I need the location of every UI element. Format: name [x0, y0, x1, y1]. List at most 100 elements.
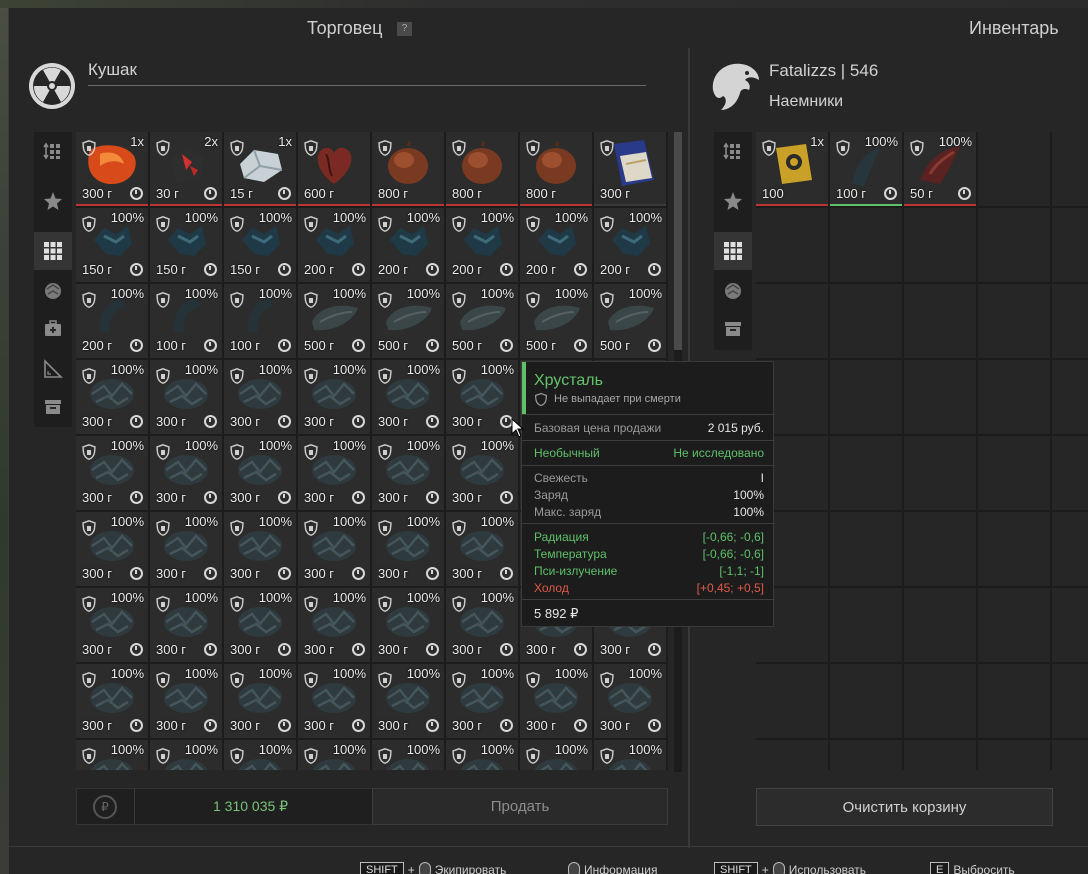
item-slot[interactable]: 100% 200 г	[76, 284, 148, 358]
artifacts-filter[interactable]	[34, 272, 72, 310]
empty-slot[interactable]	[830, 740, 902, 770]
empty-slot[interactable]	[830, 436, 902, 510]
item-slot[interactable]: 100%300 г	[76, 436, 148, 510]
empty-slot[interactable]	[904, 284, 976, 358]
sort-button[interactable]	[34, 132, 72, 170]
item-slot[interactable]: 100%300 г	[372, 740, 444, 770]
item-slot[interactable]: 100%300 г	[76, 512, 148, 586]
item-slot[interactable]: 100% 200 г	[520, 208, 592, 282]
empty-slot[interactable]	[756, 284, 828, 358]
ruble-cycle-icon[interactable]: ₽	[93, 795, 117, 819]
inventory-artifacts-filter[interactable]	[714, 272, 752, 310]
item-slot[interactable]: 100%300 г	[372, 512, 444, 586]
item-slot[interactable]: 100% 150 г	[76, 208, 148, 282]
empty-slot[interactable]	[1052, 588, 1088, 662]
item-slot[interactable]: 100% 500 г	[298, 284, 370, 358]
empty-slot[interactable]	[904, 588, 976, 662]
item-slot[interactable]: 100%300 г	[298, 360, 370, 434]
item-slot[interactable]: 100%300 г	[150, 436, 222, 510]
empty-slot[interactable]	[978, 208, 1050, 282]
item-slot[interactable]: 100%300 г	[298, 512, 370, 586]
item-slot[interactable]: 100% 500 г	[446, 284, 518, 358]
item-slot[interactable]: 100%300 г	[372, 436, 444, 510]
item-slot[interactable]: 100%300 г	[594, 740, 666, 770]
item-slot[interactable]: 100%300 г	[224, 588, 296, 662]
item-slot[interactable]: 800 г	[372, 132, 444, 206]
empty-slot[interactable]	[830, 664, 902, 738]
empty-slot[interactable]	[756, 740, 828, 770]
empty-slot[interactable]	[830, 284, 902, 358]
item-slot[interactable]: 100%300 г	[224, 360, 296, 434]
empty-slot[interactable]	[1052, 208, 1088, 282]
item-slot[interactable]: 100%300 г	[594, 664, 666, 738]
empty-slot[interactable]	[1052, 132, 1088, 206]
item-slot[interactable]: 100%300 г	[446, 588, 518, 662]
item-slot[interactable]: 100%300 г	[298, 436, 370, 510]
item-slot[interactable]: 100% 150 г	[224, 208, 296, 282]
empty-slot[interactable]	[830, 208, 902, 282]
empty-slot[interactable]	[756, 208, 828, 282]
tools-filter[interactable]	[34, 350, 72, 388]
storage-filter[interactable]	[34, 388, 72, 426]
item-slot[interactable]: 100%300 г	[372, 360, 444, 434]
item-slot[interactable]: 800 г	[446, 132, 518, 206]
scroll-thumb[interactable]	[674, 132, 682, 350]
empty-slot[interactable]	[978, 284, 1050, 358]
item-slot[interactable]: 100%300 г	[150, 588, 222, 662]
item-slot[interactable]: 100%300 г	[76, 740, 148, 770]
item-slot[interactable]: 100% 200 г	[446, 208, 518, 282]
empty-slot[interactable]	[830, 588, 902, 662]
empty-slot[interactable]	[1052, 360, 1088, 434]
favorites-filter[interactable]	[34, 182, 72, 220]
item-slot[interactable]: 100% 200 г	[298, 208, 370, 282]
empty-slot[interactable]	[904, 208, 976, 282]
inventory-storage-filter[interactable]	[714, 310, 752, 348]
item-slot[interactable]: 100%300 г	[224, 740, 296, 770]
empty-slot[interactable]	[904, 512, 976, 586]
item-slot[interactable]: 100% 50 г	[904, 132, 976, 206]
item-slot[interactable]: 100% 200 г	[372, 208, 444, 282]
empty-slot[interactable]	[904, 436, 976, 510]
item-slot[interactable]: 100%300 г	[520, 664, 592, 738]
item-slot[interactable]: 100%300 г	[76, 588, 148, 662]
item-slot[interactable]: 100%300 г	[298, 588, 370, 662]
empty-slot[interactable]	[756, 664, 828, 738]
item-slot[interactable]: 100%300 г	[224, 512, 296, 586]
item-slot[interactable]: 100%300 г	[446, 512, 518, 586]
item-slot[interactable]: 100% 500 г	[520, 284, 592, 358]
empty-slot[interactable]	[978, 588, 1050, 662]
item-slot[interactable]: 100%300 г	[372, 664, 444, 738]
empty-slot[interactable]	[1052, 740, 1088, 770]
empty-slot[interactable]	[830, 512, 902, 586]
item-slot[interactable]: 600 г	[298, 132, 370, 206]
item-slot[interactable]: 1x 15 г	[224, 132, 296, 206]
empty-slot[interactable]	[978, 512, 1050, 586]
empty-slot[interactable]	[904, 740, 976, 770]
empty-slot[interactable]	[978, 664, 1050, 738]
item-slot[interactable]: 100% 500 г	[594, 284, 666, 358]
item-slot[interactable]: 100% 100 г	[830, 132, 902, 206]
empty-slot[interactable]	[1052, 664, 1088, 738]
empty-slot[interactable]	[904, 664, 976, 738]
empty-slot[interactable]	[904, 360, 976, 434]
item-slot[interactable]: 100% 150 г	[150, 208, 222, 282]
item-slot[interactable]: 100% 100 г	[224, 284, 296, 358]
item-slot[interactable]: 800 г	[520, 132, 592, 206]
item-slot[interactable]: 100% 200 г	[594, 208, 666, 282]
item-slot[interactable]: 100%300 г	[76, 664, 148, 738]
item-slot[interactable]: 1x 300 г	[76, 132, 148, 206]
all-items-filter[interactable]	[34, 232, 72, 270]
item-slot[interactable]: 1x 100	[756, 132, 828, 206]
inventory-favorites-filter[interactable]	[714, 182, 752, 220]
sell-button[interactable]: Продать	[372, 788, 668, 825]
item-slot[interactable]: 100%300 г	[224, 436, 296, 510]
empty-slot[interactable]	[830, 360, 902, 434]
item-slot[interactable]: 100%300 г	[150, 664, 222, 738]
item-slot[interactable]: 100%300 г	[298, 740, 370, 770]
item-slot[interactable]: 100% 500 г	[372, 284, 444, 358]
clear-cart-button[interactable]: Очистить корзину	[756, 788, 1053, 826]
empty-slot[interactable]	[978, 132, 1050, 206]
item-slot[interactable]: 100%300 г	[446, 664, 518, 738]
item-slot[interactable]: 100% 100 г	[150, 284, 222, 358]
empty-slot[interactable]	[978, 360, 1050, 434]
